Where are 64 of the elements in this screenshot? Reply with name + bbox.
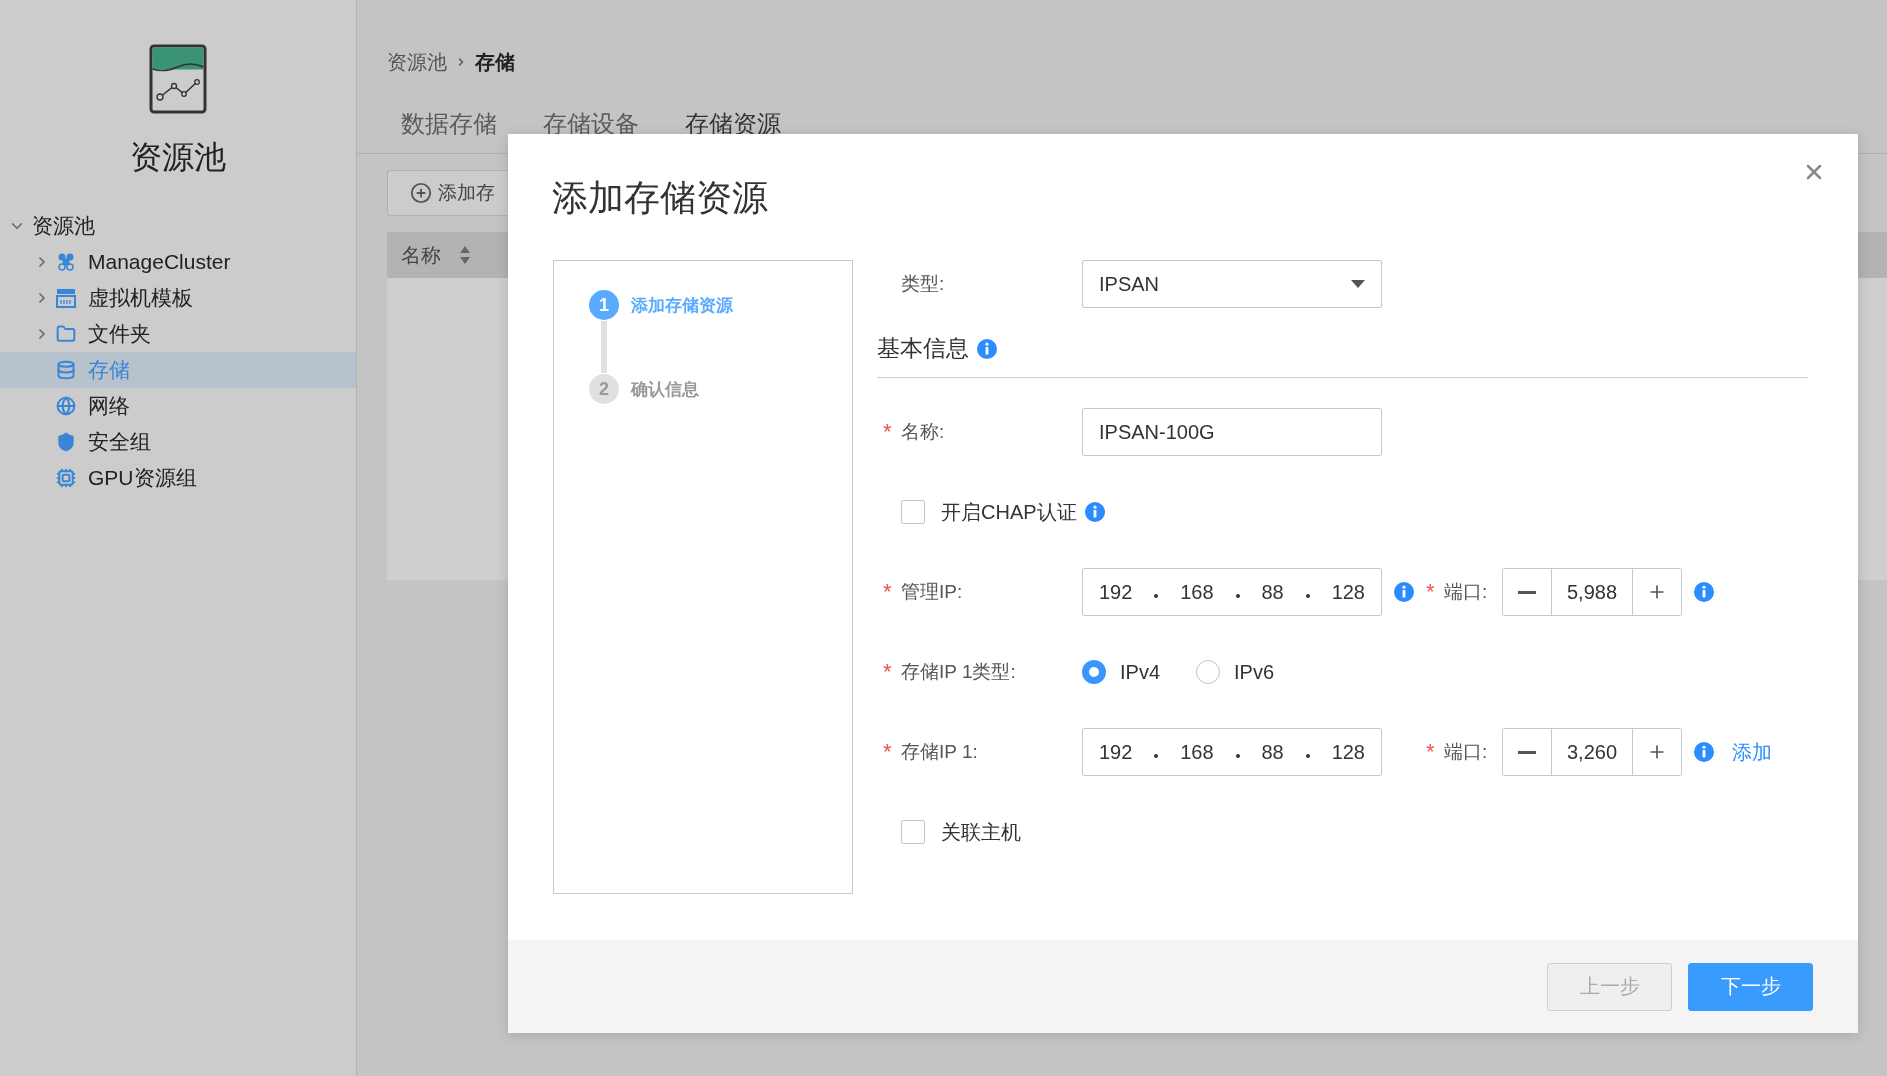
tree-item-label: 虚拟机模板 — [88, 285, 193, 311]
server-icon — [56, 288, 76, 308]
breadcrumb-item[interactable]: 资源池 — [387, 48, 447, 76]
ip-address-input[interactable]: 192 168 88 128 — [1082, 568, 1382, 616]
circles-icon — [56, 252, 76, 272]
checkbox[interactable] — [901, 500, 925, 524]
dialog-title: 添加存储资源 — [552, 176, 768, 220]
tree-item[interactable]: 资源池 — [32, 212, 95, 240]
sidebar-title: 资源池 — [130, 138, 226, 177]
radio-option[interactable]: IPv4 — [1082, 660, 1161, 684]
radio-option[interactable]: IPv6 — [1196, 660, 1275, 684]
breadcrumb-item: 存储 — [475, 49, 515, 75]
section-heading: 基本信息 — [877, 334, 969, 363]
name-input[interactable]: IPSAN-100G — [1082, 408, 1382, 456]
step-label: 确认信息 — [631, 378, 699, 401]
chip-icon — [56, 468, 76, 488]
chart-logo-icon — [149, 44, 207, 114]
shield-icon — [56, 432, 76, 452]
ip-address-input[interactable]: 192 168 88 128 — [1082, 728, 1382, 776]
required-mark: * — [1426, 579, 1436, 605]
tab[interactable]: 数据存储 — [401, 108, 497, 153]
tree-item-label: 网络 — [88, 393, 130, 419]
sort-icon[interactable] — [459, 245, 471, 265]
folder-icon — [56, 324, 76, 344]
minus-icon — [1518, 750, 1536, 754]
tree-item-label: 存储 — [88, 357, 130, 383]
tree-item[interactable]: GPU资源组 — [0, 460, 356, 496]
field-label: 存储IP 1: — [901, 740, 978, 764]
field-label: 管理IP: — [901, 580, 963, 604]
tree-item-label: 文件夹 — [88, 321, 151, 347]
tree-item-label: GPU资源组 — [88, 465, 197, 491]
field-label: 端口: — [1444, 580, 1488, 604]
field-label: 名称: — [901, 420, 945, 444]
checkbox[interactable] — [901, 820, 925, 844]
globe-icon — [56, 396, 76, 416]
tree-item-label: 安全组 — [88, 429, 151, 455]
type-select[interactable]: IPSAN — [1082, 260, 1382, 308]
tree-item[interactable]: ManageCluster — [0, 244, 356, 280]
tree-item-label: ManageCluster — [88, 250, 231, 274]
radio-button[interactable] — [1082, 660, 1106, 684]
plus-circle-icon — [410, 182, 432, 204]
tree-item[interactable]: 安全组 — [0, 424, 356, 460]
caret-icon — [1351, 280, 1365, 288]
step-number: 1 — [589, 290, 619, 320]
field-label: 类型: — [901, 272, 945, 296]
checkbox-label: 关联主机 — [941, 819, 1021, 845]
required-mark: * — [883, 739, 893, 765]
step-label: 添加存储资源 — [631, 294, 733, 317]
minus-icon — [1518, 590, 1536, 594]
checkbox-label: 开启CHAP认证 — [941, 499, 1077, 525]
tree-item[interactable]: 网络 — [0, 388, 356, 424]
field-label: 端口: — [1444, 740, 1488, 764]
radio-button[interactable] — [1196, 660, 1221, 684]
step-number: 2 — [589, 374, 619, 404]
column-header: 名称 — [401, 242, 441, 268]
tree-item[interactable]: 虚拟机模板 — [0, 280, 356, 316]
required-mark: * — [883, 659, 893, 685]
required-mark: * — [1426, 739, 1436, 765]
required-mark: * — [883, 579, 893, 605]
required-mark: * — [883, 419, 893, 445]
add-button[interactable]: 添加存 — [387, 170, 507, 216]
database-icon — [56, 360, 76, 380]
field-label: 存储IP 1类型: — [901, 660, 1016, 684]
tree-item[interactable]: 文件夹 — [0, 316, 356, 352]
